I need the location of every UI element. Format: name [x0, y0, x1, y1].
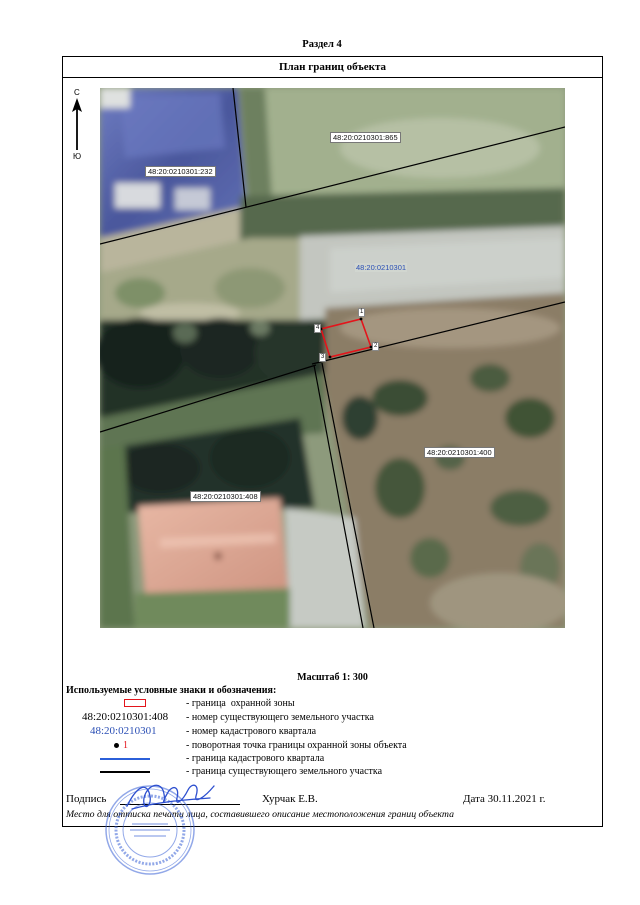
parcel-boundary-line[interactable]: [313, 364, 364, 628]
zone-point-label: 3: [319, 353, 327, 362]
turning-point-marker[interactable]: [359, 317, 363, 321]
legend-item-label: - номер существующего земельного участка: [186, 712, 374, 723]
parcel-label[interactable]: 48:20:0210301:232: [145, 166, 216, 177]
parcel-boundary-line[interactable]: [100, 364, 317, 433]
turning-point-icon: [114, 743, 119, 748]
parcel-boundary-line[interactable]: [321, 362, 375, 628]
legend-item-turning-point: 1 - поворотная точка границы охранной зо…: [66, 739, 596, 752]
legend-parcel-sample: 48:20:0210301:408: [82, 711, 169, 723]
section-title: Раздел 4: [302, 39, 342, 50]
south-label: Ю: [73, 152, 82, 161]
zone-point-label: 2: [372, 342, 380, 351]
turning-point-marker[interactable]: [328, 355, 332, 359]
blue-line-icon: [100, 758, 150, 760]
north-arrow-icon: [72, 98, 82, 150]
map-scale: Масштаб 1: 300: [297, 672, 368, 683]
legend-item-label: - номер кадастрового квартала: [186, 726, 317, 737]
zone-point-label: 1: [358, 308, 366, 317]
legend-item-label: - граница кадастрового квартала: [186, 753, 325, 764]
black-line-icon: [100, 771, 150, 773]
parcel-boundary-line[interactable]: [100, 126, 565, 245]
legend-item-label: - поворотная точка границы охранной зоны…: [186, 740, 407, 751]
north-label: С: [74, 88, 80, 97]
zone-point-label: 4: [314, 324, 322, 333]
legend-item-zone-boundary: - граница охранной зоны: [66, 697, 596, 710]
handwritten-signature: [126, 784, 215, 810]
satellite-map[interactable]: 48:20:0210301:865 48:20:0210301:232 48:2…: [100, 88, 565, 628]
legend-item-parcel-number: 48:20:0210301:408 - номер существующего …: [66, 711, 596, 724]
legend-title: Используемые условные знаки и обозначени…: [66, 685, 277, 696]
document-date: Дата 30.11.2021 г.: [463, 793, 546, 805]
red-rectangle-icon: [124, 699, 146, 707]
legend-item-quarter-boundary: - граница кадастрового квартала: [66, 752, 596, 765]
legend-quarter-sample: 48:20:0210301: [90, 725, 157, 737]
signature-label: Подпись: [66, 793, 107, 805]
signer-name: Хурчак Е.В.: [262, 793, 318, 805]
plan-title: План границ объекта: [63, 57, 602, 78]
legend-point-sample: 1: [123, 740, 128, 751]
parcel-label[interactable]: 48:20:0210301:408: [190, 491, 261, 502]
parcel-label[interactable]: 48:20:0210301:865: [330, 132, 401, 143]
parcel-boundary-line[interactable]: [311, 301, 565, 365]
legend-item-quarter-number: 48:20:0210301 - номер кадастрового кварт…: [66, 725, 596, 738]
parcel-boundary-line[interactable]: [232, 88, 247, 208]
cadastral-quarter-label[interactable]: 48:20:0210301: [355, 263, 408, 272]
legend-item-label: - граница охранной зоны: [186, 698, 295, 709]
parcel-label[interactable]: 48:20:0210301:400: [424, 447, 495, 458]
